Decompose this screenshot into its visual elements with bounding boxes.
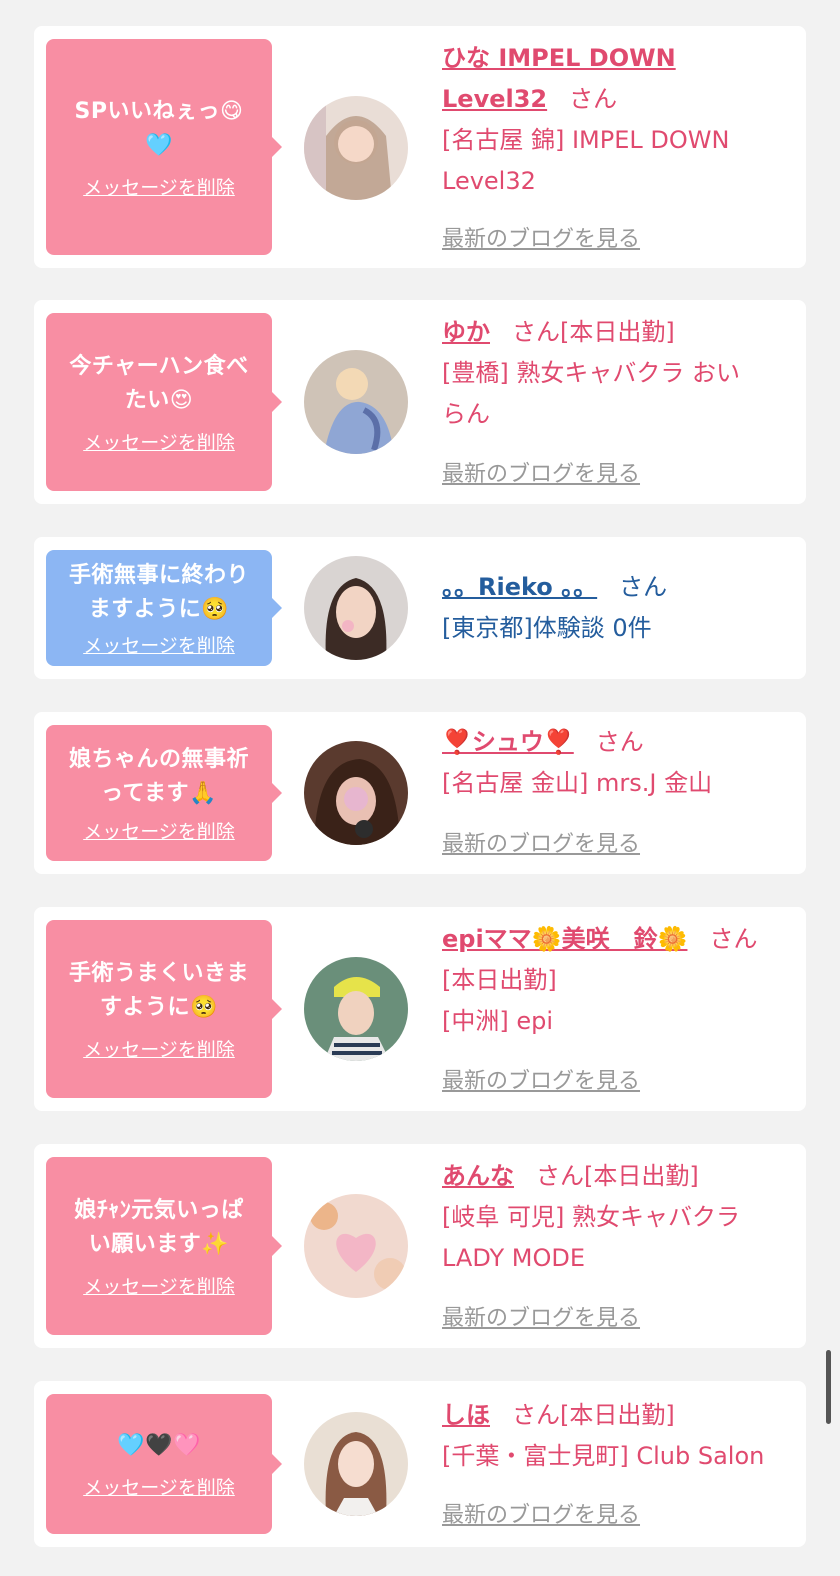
avatar-photo-2 bbox=[304, 350, 408, 454]
message-text: SPいいねぇっ😋 🩵 bbox=[75, 95, 244, 163]
message-line: 🩵 bbox=[145, 132, 173, 158]
message-text: 手術うまくいきま すように🥺 bbox=[69, 957, 249, 1025]
message-text: 今チャーハン食べ たい😍 bbox=[69, 350, 248, 418]
user-name-link[interactable]: しほ bbox=[442, 1401, 490, 1429]
message-card: 手術無事に終わり ますように🥺 メッセージを削除 。。Rieko 。。 さん [東… bbox=[34, 537, 806, 679]
user-name-link[interactable]: ゆか bbox=[442, 318, 490, 346]
avatar-photo-7 bbox=[304, 1412, 408, 1516]
honorific: さん bbox=[709, 925, 758, 953]
latest-blog-link[interactable]: 最新のブログを見る bbox=[442, 1063, 640, 1095]
user-name-link[interactable]: Level32 bbox=[442, 85, 547, 113]
latest-blog-link[interactable]: 最新のブログを見る bbox=[442, 221, 640, 253]
message-card: SPいいねぇっ😋 🩵 メッセージを削除 ひな IMPEL DOWN Level3… bbox=[34, 26, 806, 268]
avatar-photo-5 bbox=[304, 957, 408, 1061]
message-line: すように🥺 bbox=[100, 994, 218, 1020]
avatar[interactable] bbox=[304, 556, 408, 660]
avatar-photo-6 bbox=[304, 1194, 408, 1298]
latest-blog-link[interactable]: 最新のブログを見る bbox=[442, 1300, 640, 1332]
latest-blog-link[interactable]: 最新のブログを見る bbox=[442, 826, 640, 858]
honorific: さん bbox=[536, 1162, 584, 1190]
honorific: さん bbox=[595, 728, 644, 756]
shop-info: Level32 bbox=[442, 167, 536, 195]
status-badge: [本日出勤] bbox=[560, 1401, 675, 1429]
user-info: ひな IMPEL DOWN Level32 さん [名古屋 錦] IMPEL DO… bbox=[442, 38, 798, 202]
avatar[interactable] bbox=[304, 1194, 408, 1298]
avatar[interactable] bbox=[304, 350, 408, 454]
message-line: SPいいねぇっ😋 bbox=[74, 98, 244, 124]
message-text: 娘ちゃんの無事祈 ってます🙏 bbox=[69, 743, 249, 811]
message-line: 今チャーハン食べ bbox=[69, 353, 249, 379]
message-bubble: 今チャーハン食べ たい😍 メッセージを削除 bbox=[46, 313, 282, 491]
user-info: 。。Rieko 。。 さん [東京都]体験談 0件 bbox=[442, 567, 798, 649]
user-name-link[interactable]: 。。Rieko 。。 bbox=[442, 573, 597, 601]
message-text: 手術無事に終わり ますように🥺 bbox=[69, 559, 249, 627]
status-badge: [本日出勤] bbox=[560, 318, 675, 346]
delete-message-link[interactable]: メッセージを削除 bbox=[83, 1272, 235, 1299]
message-card: 娘ちゃんの無事祈 ってます🙏 メッセージを削除 ❣️シュウ❣️ さん [名古屋 金… bbox=[34, 712, 806, 874]
message-card: 手術うまくいきま すように🥺 メッセージを削除 epiママ🌼美咲 鈴🌼 さん [本… bbox=[34, 907, 806, 1111]
avatar[interactable] bbox=[304, 741, 408, 845]
honorific: さん bbox=[512, 1401, 560, 1429]
avatar[interactable] bbox=[304, 957, 408, 1061]
honorific: さん bbox=[619, 573, 668, 601]
user-name-link[interactable]: epiママ🌼美咲 鈴🌼 bbox=[442, 925, 687, 953]
shop-info: [名古屋 錦] IMPEL DOWN bbox=[442, 126, 730, 154]
message-bubble: 手術うまくいきま すように🥺 メッセージを削除 bbox=[46, 920, 282, 1098]
scrollbar[interactable] bbox=[826, 1350, 831, 1424]
status-badge: [本日出勤] bbox=[584, 1162, 699, 1190]
delete-message-link[interactable]: メッセージを削除 bbox=[83, 631, 235, 658]
avatar-photo-4 bbox=[304, 741, 408, 845]
shop-info: [岐阜 可児] 熟女キャバクラ bbox=[442, 1203, 740, 1231]
shop-info: [東京都]体験談 0件 bbox=[442, 614, 652, 642]
avatar[interactable] bbox=[304, 1412, 408, 1516]
message-line: ますように🥺 bbox=[88, 596, 230, 622]
latest-blog-link[interactable]: 最新のブログを見る bbox=[442, 456, 640, 488]
latest-blog-link[interactable]: 最新のブログを見る bbox=[442, 1497, 640, 1529]
delete-message-link[interactable]: メッセージを削除 bbox=[83, 1035, 235, 1062]
message-text: 🩵🖤🩷 bbox=[117, 1429, 201, 1463]
message-bubble: SPいいねぇっ😋 🩵 メッセージを削除 bbox=[46, 39, 282, 255]
message-line: い願います✨ bbox=[88, 1231, 230, 1257]
user-info: ゆか さん[本日出勤] [豊橋] 熟女キャバクラ おい らん bbox=[442, 312, 798, 435]
message-bubble: 娘ちゃんの無事祈 ってます🙏 メッセージを削除 bbox=[46, 725, 282, 861]
shop-info: [千葉・富士見町] Club Salon bbox=[442, 1442, 765, 1470]
message-card: 🩵🖤🩷 メッセージを削除 しほ さん[本日出勤] [千葉・富士見町] Club S… bbox=[34, 1381, 806, 1547]
shop-info: [名古屋 金山] mrs.J 金山 bbox=[442, 769, 713, 797]
user-name-link[interactable]: ひな IMPEL DOWN bbox=[442, 44, 676, 72]
delete-message-link[interactable]: メッセージを削除 bbox=[83, 428, 235, 455]
user-info: epiママ🌼美咲 鈴🌼 さん [本日出勤] [中洲] epi bbox=[442, 919, 812, 1042]
message-bubble: 🩵🖤🩷 メッセージを削除 bbox=[46, 1394, 282, 1534]
delete-message-link[interactable]: メッセージを削除 bbox=[83, 1473, 235, 1500]
message-line: たい😍 bbox=[124, 387, 194, 413]
shop-info: らん bbox=[442, 400, 490, 428]
avatar-photo-3 bbox=[304, 556, 408, 660]
delete-message-link[interactable]: メッセージを削除 bbox=[83, 173, 235, 200]
message-line: 娘ﾁｬﾝ元気いっぱ bbox=[74, 1197, 244, 1223]
avatar-photo-1 bbox=[304, 96, 408, 200]
user-info: あんな さん[本日出勤] [岐阜 可児] 熟女キャバクラ LADY MODE bbox=[442, 1156, 798, 1279]
user-name-link[interactable]: あんな bbox=[442, 1162, 514, 1190]
message-bubble: 娘ﾁｬﾝ元気いっぱ い願います✨ メッセージを削除 bbox=[46, 1157, 282, 1335]
message-line: 手術うまくいきま bbox=[68, 960, 249, 986]
delete-message-link[interactable]: メッセージを削除 bbox=[83, 817, 235, 844]
message-line: ってます🙏 bbox=[101, 780, 217, 806]
message-line: 娘ちゃんの無事祈 bbox=[68, 746, 249, 772]
message-line: 🩵🖤🩷 bbox=[117, 1432, 201, 1458]
honorific: さん bbox=[512, 318, 560, 346]
shop-info: [豊橋] 熟女キャバクラ おい bbox=[442, 359, 740, 387]
message-bubble: 手術無事に終わり ますように🥺 メッセージを削除 bbox=[46, 550, 282, 666]
message-card: 娘ﾁｬﾝ元気いっぱ い願います✨ メッセージを削除 あんな さん[本日出勤] [岐… bbox=[34, 1144, 806, 1348]
shop-info: [中洲] epi bbox=[442, 1007, 554, 1035]
honorific: さん bbox=[569, 85, 618, 113]
user-name-link[interactable]: ❣️シュウ❣️ bbox=[442, 728, 574, 756]
message-card: 今チャーハン食べ たい😍 メッセージを削除 ゆか さん[本日出勤] [豊橋] 熟女… bbox=[34, 300, 806, 504]
user-info: ❣️シュウ❣️ さん [名古屋 金山] mrs.J 金山 bbox=[442, 722, 798, 804]
user-info: しほ さん[本日出勤] [千葉・富士見町] Club Salon bbox=[442, 1395, 812, 1477]
message-text: 娘ﾁｬﾝ元気いっぱ い願います✨ bbox=[74, 1194, 244, 1262]
message-line: 手術無事に終わり bbox=[68, 562, 249, 588]
shop-info: LADY MODE bbox=[442, 1244, 586, 1272]
avatar[interactable] bbox=[304, 96, 408, 200]
shop-info: [本日出勤] bbox=[442, 966, 557, 994]
